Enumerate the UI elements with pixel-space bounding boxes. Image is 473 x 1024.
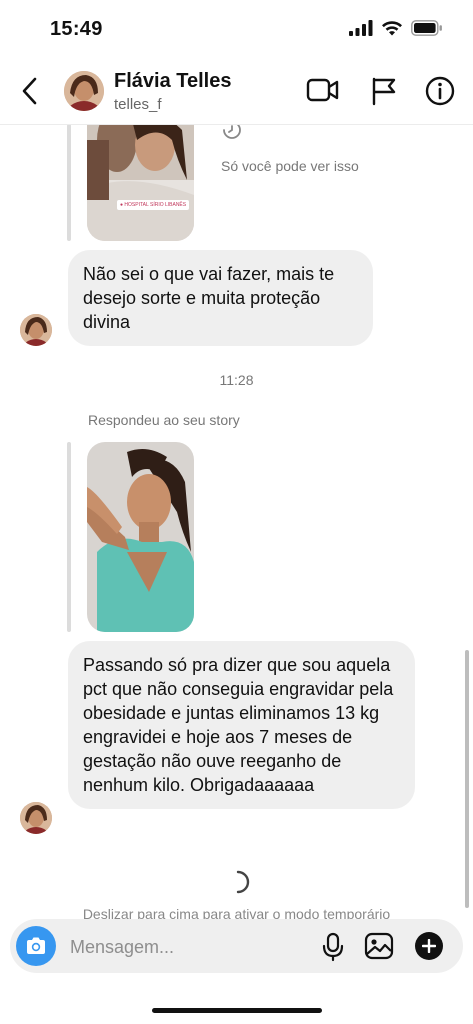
camera-button[interactable] (16, 926, 56, 966)
message-bubble[interactable]: Não sei o que vai fazer, mais te desejo … (68, 250, 373, 346)
story-thumbnail[interactable] (87, 442, 194, 632)
contact-name[interactable]: Flávia Telles (114, 70, 231, 93)
message-composer (10, 919, 463, 973)
video-call-icon[interactable] (306, 76, 340, 104)
story-reply-bar (67, 442, 71, 632)
message-bubble[interactable]: Passando só pra dizer que sou aquela pct… (68, 641, 415, 809)
sender-avatar[interactable] (20, 314, 52, 346)
plus-icon (422, 939, 436, 953)
camera-icon (27, 937, 45, 954)
message-input[interactable] (68, 931, 312, 963)
info-icon[interactable] (424, 75, 456, 107)
location-badge: ● HOSPITAL SÍRIO LIBANÊS (117, 200, 190, 210)
back-icon[interactable] (16, 74, 44, 108)
temporary-mode-hint: Deslizar para cima para ativar o modo te… (82, 906, 391, 920)
microphone-icon[interactable] (322, 932, 344, 962)
wifi-icon (382, 21, 402, 36)
loading-spinner-icon (236, 870, 250, 894)
battery-icon (411, 20, 442, 36)
report-flag-icon[interactable] (370, 76, 398, 106)
contact-username: telles_f (114, 96, 162, 113)
sender-avatar[interactable] (20, 802, 52, 834)
replied-story-label: Respondeu ao seu story (88, 412, 240, 428)
status-time: 15:49 (50, 18, 103, 40)
signal-icon (349, 20, 373, 36)
add-button[interactable] (415, 932, 443, 960)
gallery-icon[interactable] (364, 932, 394, 960)
status-icons (349, 20, 443, 36)
timestamp: 11:28 (219, 372, 254, 388)
scrollbar[interactable] (465, 650, 469, 908)
contact-avatar[interactable] (64, 71, 104, 111)
chat-header: Flávia Telles telles_f (0, 62, 473, 125)
private-note: Só você pode ver isso (221, 158, 359, 174)
story-reply-bar (67, 124, 71, 241)
home-indicator (152, 1008, 322, 1013)
